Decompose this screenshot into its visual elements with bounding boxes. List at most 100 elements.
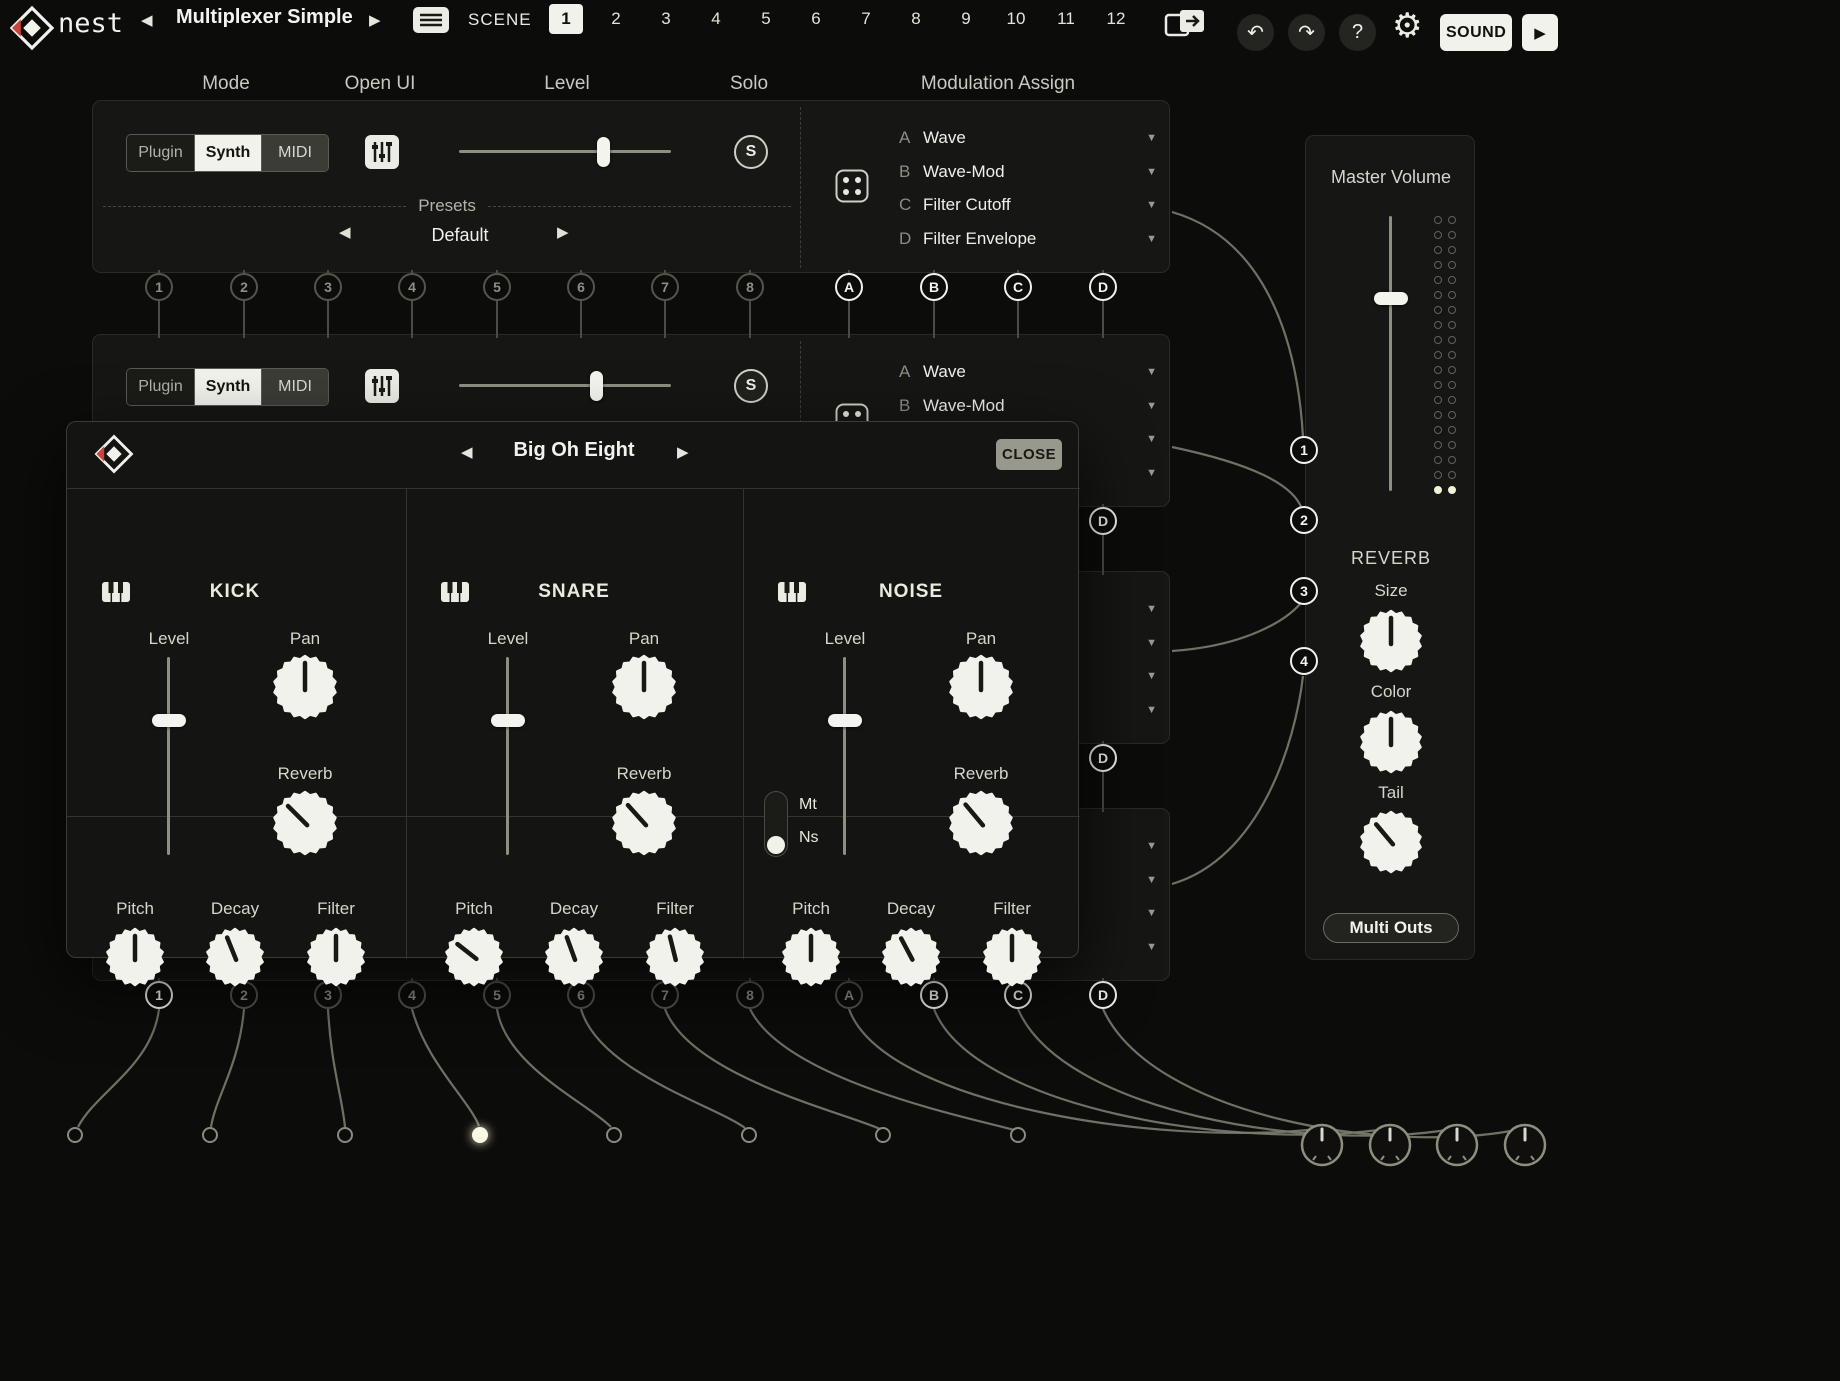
patch-node-a-row1[interactable]: A bbox=[835, 273, 863, 301]
decay-knob-snare[interactable] bbox=[544, 927, 604, 987]
reverb-knob-noise[interactable] bbox=[948, 790, 1014, 856]
patch-node-4-row4[interactable]: 4 bbox=[398, 981, 426, 1009]
output-trim-knob-4[interactable] bbox=[1502, 1122, 1548, 1168]
patch-node-4-row1[interactable]: 4 bbox=[398, 273, 426, 301]
output-node-3[interactable]: 3 bbox=[1290, 577, 1318, 605]
output-jack-5[interactable] bbox=[606, 1127, 622, 1143]
output-jack-4[interactable] bbox=[472, 1127, 488, 1143]
patch-node-3-row1[interactable]: 3 bbox=[314, 273, 342, 301]
scene-button-7[interactable]: 7 bbox=[841, 4, 891, 34]
filter-knob-snare[interactable] bbox=[645, 927, 705, 987]
reverb-knob-kick[interactable] bbox=[272, 790, 338, 856]
patch-cable[interactable] bbox=[1172, 604, 1300, 651]
drum-level-handle-kick[interactable] bbox=[152, 714, 186, 727]
patch-cable[interactable] bbox=[849, 1009, 1318, 1133]
output-jack-1[interactable] bbox=[67, 1127, 83, 1143]
keyboard-icon[interactable] bbox=[777, 581, 807, 603]
patch-node-7-row1[interactable]: 7 bbox=[651, 273, 679, 301]
output-trim-knob-1[interactable] bbox=[1299, 1122, 1345, 1168]
settings-gear-icon[interactable]: ⚙ bbox=[1386, 8, 1428, 44]
mute-noise-toggle[interactable] bbox=[764, 791, 788, 857]
pitch-knob-kick[interactable] bbox=[105, 927, 165, 987]
output-jack-6[interactable] bbox=[741, 1127, 757, 1143]
scene-button-1[interactable]: 1 bbox=[549, 4, 583, 34]
drum-prev-button[interactable]: ◀ bbox=[456, 441, 478, 463]
drum-level-slider-snare[interactable] bbox=[506, 657, 509, 855]
patch-node-6-row1[interactable]: 6 bbox=[567, 273, 595, 301]
output-jack-7[interactable] bbox=[875, 1127, 891, 1143]
patch-cable[interactable] bbox=[934, 1009, 1386, 1135]
reverb-knob-snare[interactable] bbox=[611, 790, 677, 856]
play-button[interactable]: ▶ bbox=[1522, 14, 1558, 51]
patch-next-button[interactable]: ▶ bbox=[364, 9, 386, 31]
patch-cable[interactable] bbox=[665, 1009, 880, 1129]
pan-knob-snare[interactable] bbox=[611, 654, 677, 720]
pitch-knob-snare[interactable] bbox=[444, 927, 504, 987]
output-node-1[interactable]: 1 bbox=[1290, 436, 1318, 464]
output-node-2[interactable]: 2 bbox=[1290, 506, 1318, 534]
output-jack-3[interactable] bbox=[337, 1127, 353, 1143]
decay-knob-kick[interactable] bbox=[205, 927, 265, 987]
patch-node-5-row1[interactable]: 5 bbox=[483, 273, 511, 301]
patch-cable[interactable] bbox=[581, 1009, 745, 1128]
drum-level-slider-noise[interactable] bbox=[843, 657, 846, 855]
filter-knob-noise[interactable] bbox=[982, 927, 1042, 987]
help-button[interactable]: ? bbox=[1339, 14, 1376, 51]
drum-level-handle-snare[interactable] bbox=[491, 714, 525, 727]
drum-level-handle-noise[interactable] bbox=[828, 714, 862, 727]
patch-prev-button[interactable]: ◀ bbox=[136, 9, 158, 31]
patch-node-2-row1[interactable]: 2 bbox=[230, 273, 258, 301]
duplicate-scene-icon[interactable] bbox=[1164, 7, 1206, 39]
patch-cable[interactable] bbox=[211, 1009, 244, 1127]
patch-node-d-row2[interactable]: D bbox=[1089, 507, 1117, 535]
keyboard-icon[interactable] bbox=[440, 581, 470, 603]
patch-node-1-row1[interactable]: 1 bbox=[145, 273, 173, 301]
filter-knob-kick[interactable] bbox=[306, 927, 366, 987]
pitch-knob-noise[interactable] bbox=[781, 927, 841, 987]
scene-button-4[interactable]: 4 bbox=[691, 4, 741, 34]
patch-node-d-row3[interactable]: D bbox=[1089, 744, 1117, 772]
scene-button-6[interactable]: 6 bbox=[791, 4, 841, 34]
output-jack-8[interactable] bbox=[1010, 1127, 1026, 1143]
output-trim-knob-2[interactable] bbox=[1367, 1122, 1413, 1168]
patch-node-b-row1[interactable]: B bbox=[920, 273, 948, 301]
scene-button-5[interactable]: 5 bbox=[741, 4, 791, 34]
undo-button[interactable]: ↶ bbox=[1237, 14, 1274, 51]
patch-node-8-row4[interactable]: 8 bbox=[736, 981, 764, 1009]
patch-cable[interactable] bbox=[1172, 676, 1303, 884]
scene-button-9[interactable]: 9 bbox=[941, 4, 991, 34]
patch-cable[interactable] bbox=[1018, 1009, 1453, 1136]
redo-button[interactable]: ↷ bbox=[1288, 14, 1325, 51]
drum-level-slider-kick[interactable] bbox=[167, 657, 170, 855]
scene-button-2[interactable]: 2 bbox=[591, 4, 641, 34]
scene-button-3[interactable]: 3 bbox=[641, 4, 691, 34]
pan-knob-kick[interactable] bbox=[272, 654, 338, 720]
scene-button-11[interactable]: 11 bbox=[1041, 4, 1091, 34]
patch-cable[interactable] bbox=[1172, 447, 1302, 509]
patch-node-d-row1[interactable]: D bbox=[1089, 273, 1117, 301]
scene-button-10[interactable]: 10 bbox=[991, 4, 1041, 34]
decay-label: Decay bbox=[887, 899, 935, 919]
patch-cable[interactable] bbox=[1103, 1009, 1521, 1137]
decay-knob-noise[interactable] bbox=[881, 927, 941, 987]
scene-list-icon[interactable] bbox=[412, 6, 450, 34]
scene-button-8[interactable]: 8 bbox=[891, 4, 941, 34]
scene-button-12[interactable]: 12 bbox=[1091, 4, 1141, 34]
close-button[interactable]: CLOSE bbox=[996, 439, 1062, 470]
patch-cable[interactable] bbox=[497, 1009, 611, 1127]
output-trim-knob-3[interactable] bbox=[1434, 1122, 1480, 1168]
pan-knob-noise[interactable] bbox=[948, 654, 1014, 720]
patch-cable[interactable] bbox=[78, 1009, 159, 1127]
patch-cable[interactable] bbox=[412, 1009, 479, 1126]
patch-node-c-row1[interactable]: C bbox=[1004, 273, 1032, 301]
patch-node-8-row1[interactable]: 8 bbox=[736, 273, 764, 301]
output-node-4[interactable]: 4 bbox=[1290, 647, 1318, 675]
patch-cable[interactable] bbox=[1172, 212, 1303, 437]
output-jack-2[interactable] bbox=[202, 1127, 218, 1143]
sound-button[interactable]: SOUND bbox=[1440, 14, 1512, 51]
keyboard-icon[interactable] bbox=[101, 581, 131, 603]
patch-cable[interactable] bbox=[750, 1009, 1014, 1130]
drum-next-button[interactable]: ▶ bbox=[672, 441, 694, 463]
patch-node-d-row4[interactable]: D bbox=[1089, 981, 1117, 1009]
patch-cable[interactable] bbox=[328, 1009, 345, 1127]
